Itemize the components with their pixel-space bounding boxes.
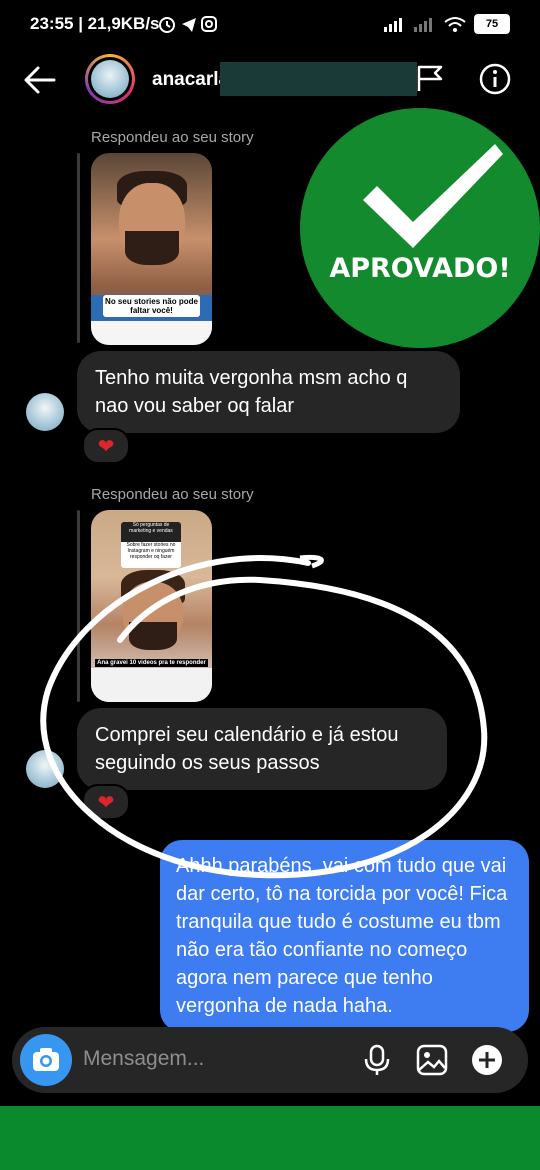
signal-icon	[384, 18, 402, 32]
checkmark-icon	[363, 144, 503, 248]
heart-reaction-icon[interactable]: ❤	[82, 428, 130, 464]
status-right-icons: 75	[384, 14, 510, 34]
story-question-answer: Sobre fazer stories no Instagram e ningu…	[121, 542, 181, 568]
back-arrow-icon[interactable]	[22, 62, 58, 98]
info-icon[interactable]	[478, 62, 512, 96]
bottom-accent-bar	[0, 1106, 540, 1170]
story-caption: No seu stories não pode faltar você!	[103, 295, 200, 317]
sender-avatar[interactable]	[26, 393, 64, 431]
story-thumbnail[interactable]: Só perguntas de marketing e vendas Sobre…	[91, 510, 212, 702]
sender-avatar[interactable]	[26, 750, 64, 788]
wifi-icon	[444, 17, 466, 32]
camera-icon	[33, 1048, 59, 1071]
story-reply-label: Respondeu ao seu story	[91, 129, 254, 146]
flag-icon[interactable]	[415, 63, 445, 93]
approved-label: APROVADO!	[329, 253, 511, 284]
username[interactable]: anacarla	[152, 69, 229, 91]
outgoing-message: Ahhh parabéns, vai com tudo que vai dar …	[160, 840, 529, 1032]
heart-reaction-icon[interactable]: ❤	[82, 784, 130, 820]
status-bar: 23:55 | 21,9KB/s 75	[0, 0, 540, 50]
message-composer: Mensagem...	[12, 1027, 528, 1093]
approved-badge: APROVADO!	[300, 108, 540, 348]
status-time: 23:55 | 21,9KB/s	[30, 14, 160, 33]
battery-icon: 75	[474, 14, 510, 34]
signal-2-icon	[414, 18, 432, 32]
incoming-message: Tenho muita vergonha msm acho q nao vou …	[77, 351, 460, 433]
redacted-block	[220, 62, 417, 96]
camera-button[interactable]	[20, 1034, 72, 1086]
message-input[interactable]: Mensagem...	[83, 1047, 204, 1071]
gallery-icon[interactable]	[415, 1043, 449, 1077]
story-caption: Ana gravei 10 videos pra te responder	[95, 659, 208, 667]
status-notification-icons	[159, 16, 217, 33]
add-icon[interactable]	[470, 1043, 504, 1077]
chat-header: anacarla	[0, 50, 540, 108]
incoming-message: Comprei seu calendário e já estou seguin…	[77, 708, 447, 790]
story-thumbnail[interactable]: No seu stories não pode faltar você!	[91, 153, 212, 345]
profile-avatar[interactable]	[85, 54, 135, 104]
reply-line	[77, 510, 80, 702]
reply-line	[77, 153, 80, 343]
story-reply-label: Respondeu ao seu story	[91, 486, 254, 503]
microphone-icon[interactable]	[360, 1043, 394, 1077]
